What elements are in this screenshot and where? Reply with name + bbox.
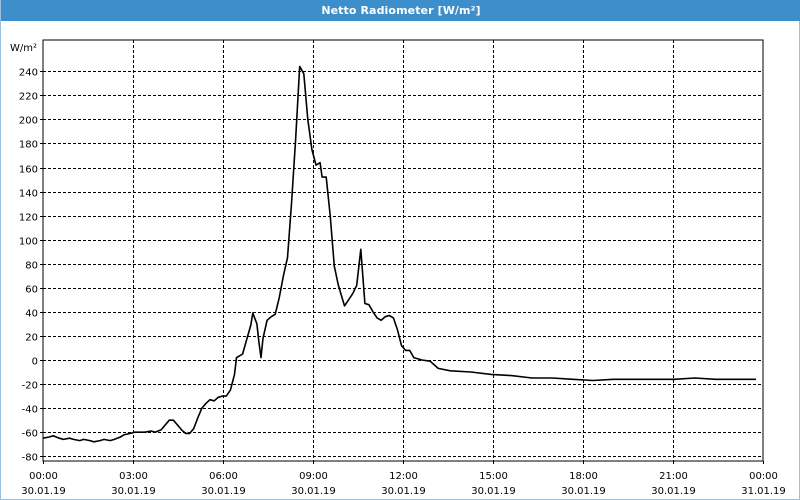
y-tick-label: -20: [22, 381, 38, 392]
x-tick-date-label: 30.01.19: [291, 486, 336, 497]
y-tick-label: 140: [19, 189, 38, 200]
x-tick-time-label: 09:00: [299, 471, 328, 482]
x-tick-time-label: 21:00: [659, 471, 688, 482]
y-tick-label: 180: [19, 140, 38, 151]
series-line: [42, 65, 756, 443]
x-tick-time-label: 00:00: [749, 471, 778, 482]
y-axis-label: W/m²: [10, 43, 37, 54]
x-tick-date-label: 30.01.19: [21, 486, 66, 497]
y-tick-label: 220: [19, 92, 38, 103]
x-tick-labels: 00:00 30.01.19 03:00 30.01.19 06:00 30.01.19 0…: [21, 471, 786, 497]
chart-window: Netto Radiometer [W/m²] W/m² 240 220 200 18…: [0, 0, 800, 500]
x-tick-time-label: 06:00: [209, 471, 238, 482]
x-tick-time-label: 12:00: [389, 471, 418, 482]
y-tick-label: 20: [25, 333, 38, 344]
y-tick-label: 40: [25, 309, 38, 320]
y-tick-label: 200: [19, 116, 38, 127]
x-tick-time-label: 18:00: [569, 471, 598, 482]
y-tick-label: 120: [19, 213, 38, 224]
y-tick-label: -40: [22, 405, 38, 416]
y-tick-label: 240: [19, 68, 38, 79]
x-tick-date-label: 30.01.19: [471, 486, 516, 497]
x-tick-date-label: 30.01.19: [201, 486, 246, 497]
x-tick-date-label: 30.01.19: [651, 486, 696, 497]
x-tick-date-label: 31.01.19: [741, 486, 786, 497]
y-tick-label: 100: [19, 237, 38, 248]
y-tick-label: 80: [25, 261, 38, 272]
x-tick-time-label: 03:00: [119, 471, 148, 482]
y-tick-label: 160: [19, 165, 38, 176]
y-tick-label: 0: [32, 357, 38, 368]
x-tick-time-label: 00:00: [29, 471, 58, 482]
x-tick-time-label: 15:00: [479, 471, 508, 482]
x-tick-date-label: 30.01.19: [561, 486, 606, 497]
y-tick-label: 60: [25, 285, 38, 296]
x-tick-date-label: 30.01.19: [381, 486, 426, 497]
y-tick-labels: 240220200180160140120100806040200-20-40-…: [19, 68, 38, 464]
line-chart: W/m² 240220200180160140120100806040200-2…: [10, 39, 786, 497]
x-tick-date-label: 30.01.19: [111, 486, 156, 497]
grid-lines: [40, 40, 764, 464]
y-tick-label: -60: [22, 429, 38, 440]
y-tick-label: -80: [22, 453, 38, 464]
